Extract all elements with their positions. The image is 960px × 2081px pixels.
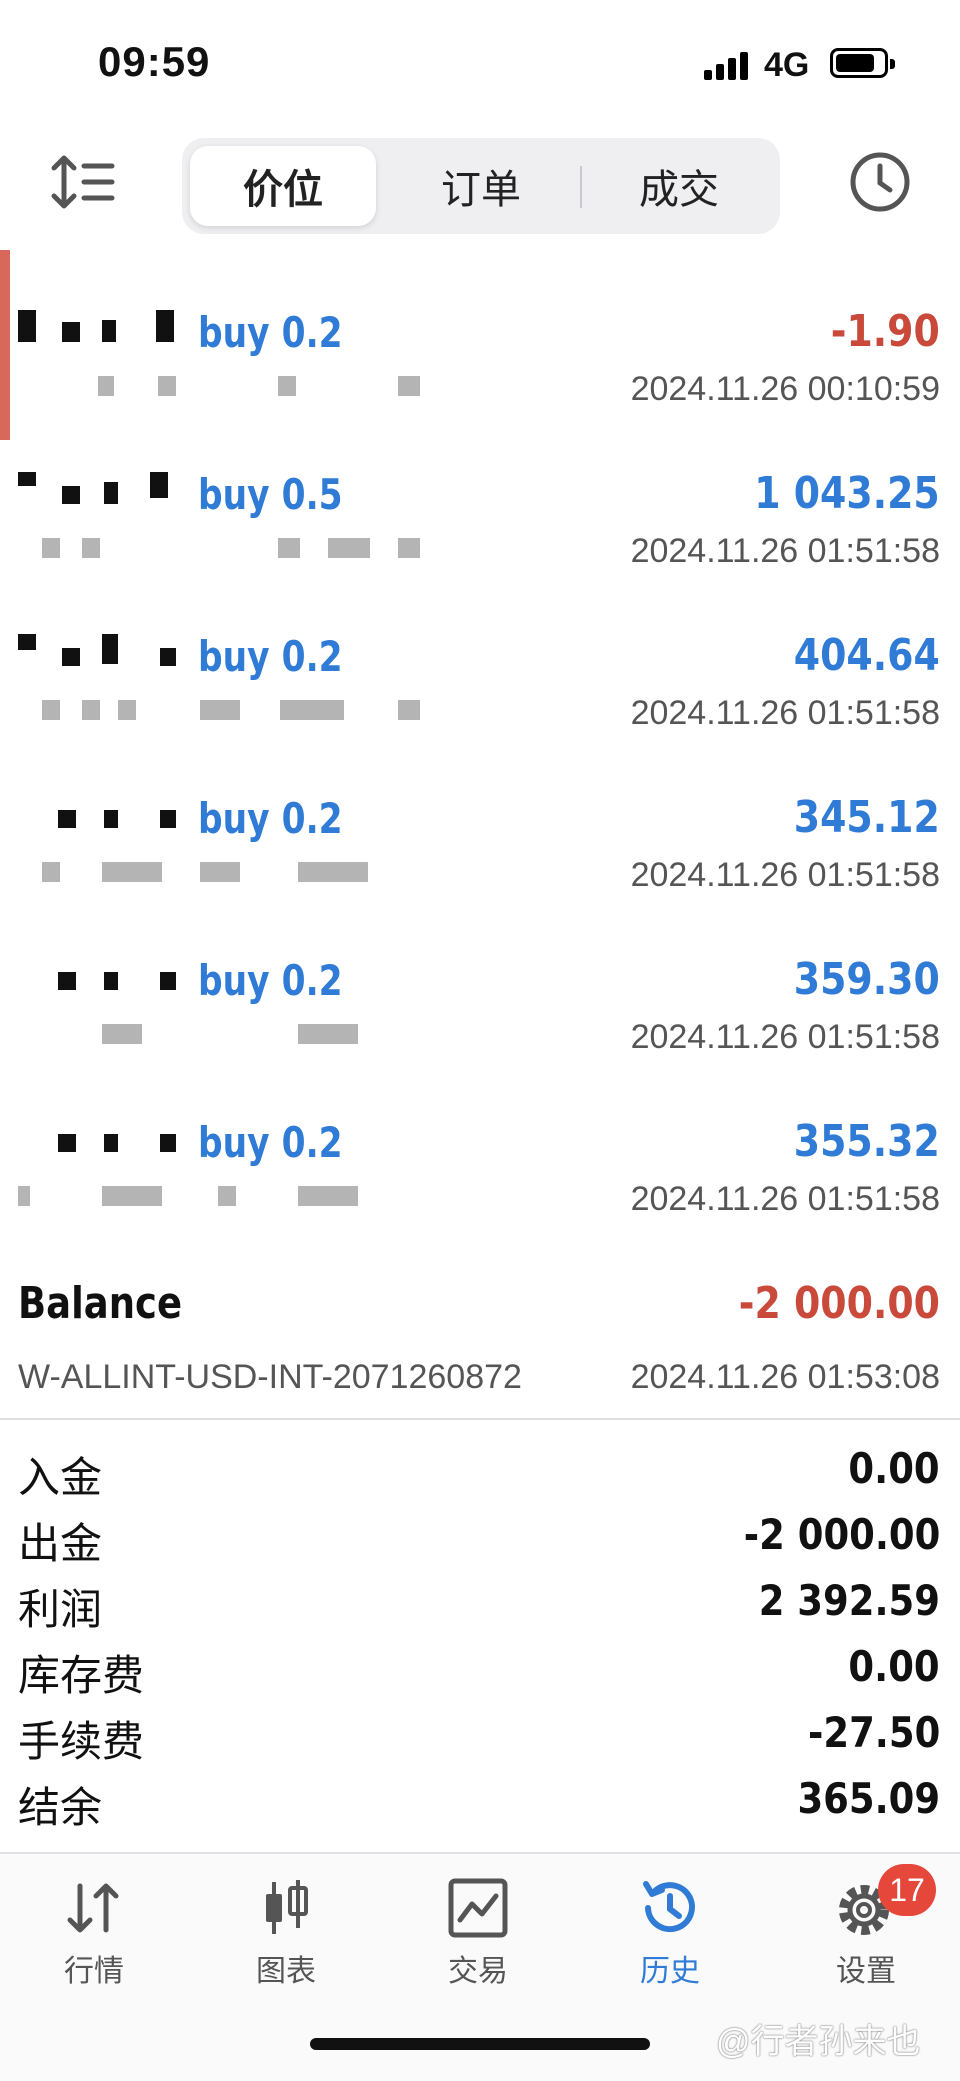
details-redacted [18, 1024, 438, 1048]
details-redacted [18, 700, 438, 724]
top-toolbar: 价位 订单 成交 [0, 130, 960, 240]
details-redacted [18, 862, 438, 886]
network-type: 4G [764, 46, 810, 84]
deal-row[interactable]: buy 0.2 -1.90 2024.11.26 00:10:59 [0, 248, 960, 410]
deal-row[interactable]: buy 0.5 1 043.25 2024.11.26 01:51:58 [0, 410, 960, 572]
summary-label: 利润 [18, 1586, 103, 1633]
summary-value: 2 392.59 [758, 1576, 940, 1625]
balance-row[interactable]: Balance -2 000.00 W-ALLINT-USD-INT-20712… [0, 1258, 960, 1418]
summary-value: 365.09 [797, 1774, 940, 1823]
balance-date: 2024.11.26 01:53:08 [630, 1358, 940, 1396]
deal-type: buy 0.2 [198, 632, 343, 681]
deals-list: buy 0.2 -1.90 2024.11.26 00:10:59 buy 0.… [0, 248, 960, 1220]
symbol-redacted [18, 1120, 188, 1160]
nav-label: 行情 [64, 1955, 124, 1988]
summary-label: 出金 [18, 1520, 103, 1567]
details-redacted [18, 376, 438, 400]
balance-comment: W-ALLINT-USD-INT-2071260872 [18, 1358, 522, 1396]
sort-icon [51, 155, 115, 209]
notification-badge: 17 [878, 1864, 936, 1916]
tab-deals[interactable]: 成交 [586, 146, 772, 226]
nav-label: 交易 [448, 1955, 508, 1988]
history-icon [643, 1881, 695, 1933]
summary-label: 入金 [18, 1454, 103, 1501]
summary-row-withdrawal: 出金 -2 000.00 [0, 1506, 960, 1572]
clock-icon [850, 152, 910, 212]
divider [0, 1418, 960, 1420]
nav-settings[interactable]: 设置 17 [806, 1864, 936, 1990]
deal-type: buy 0.2 [198, 308, 343, 357]
summary-value: 0.00 [848, 1444, 940, 1493]
deal-date: 2024.11.26 01:51:58 [630, 1018, 940, 1056]
tab-orders[interactable]: 订单 [388, 146, 574, 226]
summary-value: -2 000.00 [743, 1510, 940, 1559]
deal-type: buy 0.2 [198, 1118, 343, 1167]
symbol-redacted [18, 472, 188, 512]
deal-date: 2024.11.26 01:51:58 [630, 1180, 940, 1218]
details-redacted [18, 538, 438, 562]
summary-label: 结余 [18, 1784, 103, 1831]
deal-date: 2024.11.26 01:51:58 [630, 694, 940, 732]
period-button[interactable] [848, 150, 912, 214]
summary-label: 手续费 [18, 1718, 145, 1765]
deal-profit: 359.30 [793, 954, 940, 1005]
deal-profit: 1 043.25 [754, 468, 940, 519]
summary-section: 入金 0.00 出金 -2 000.00 利润 2 392.59 库存费 0.0… [0, 1440, 960, 1836]
deal-type: buy 0.2 [198, 956, 343, 1005]
quotes-icon [67, 1883, 119, 1933]
symbol-redacted [18, 310, 188, 350]
deal-type: buy 0.2 [198, 794, 343, 843]
details-redacted [18, 1186, 438, 1210]
summary-row-commission: 手续费 -27.50 [0, 1704, 960, 1770]
trade-icon [448, 1878, 508, 1938]
home-indicator[interactable] [310, 2038, 650, 2050]
tab-positions[interactable]: 价位 [190, 146, 376, 226]
summary-row-deposit: 入金 0.00 [0, 1440, 960, 1506]
nav-quotes[interactable]: 行情 [34, 1878, 154, 1990]
deal-row[interactable]: buy 0.2 404.64 2024.11.26 01:51:58 [0, 572, 960, 734]
deal-profit: 355.32 [793, 1116, 940, 1167]
deal-type: buy 0.5 [198, 470, 343, 519]
symbol-redacted [18, 958, 188, 998]
summary-label: 库存费 [18, 1652, 145, 1699]
deal-row[interactable]: buy 0.2 359.30 2024.11.26 01:51:58 [0, 896, 960, 1058]
deal-date: 2024.11.26 01:51:58 [630, 532, 940, 570]
symbol-redacted [18, 634, 188, 674]
watermark: @行者孙来也 [716, 2023, 921, 2061]
summary-value: 0.00 [848, 1642, 940, 1691]
nav-chart[interactable]: 图表 [226, 1878, 346, 1990]
deal-profit: -1.90 [830, 306, 940, 357]
nav-label: 设置 [836, 1955, 896, 1988]
status-bar: 09:59 4G [0, 0, 960, 120]
summary-row-profit: 利润 2 392.59 [0, 1572, 960, 1638]
deal-date: 2024.11.26 01:51:58 [630, 856, 940, 894]
summary-row-swap: 库存费 0.00 [0, 1638, 960, 1704]
deal-profit: 345.12 [793, 792, 940, 843]
deal-row[interactable]: buy 0.2 345.12 2024.11.26 01:51:58 [0, 734, 960, 896]
deal-row[interactable]: buy 0.2 355.32 2024.11.26 01:51:58 [0, 1058, 960, 1220]
balance-label: Balance [18, 1278, 183, 1329]
nav-history[interactable]: 历史 [610, 1878, 730, 1990]
nav-label: 图表 [256, 1955, 316, 1988]
segmented-control: 价位 订单 成交 [182, 138, 780, 234]
sort-button[interactable] [50, 152, 116, 212]
status-time: 09:59 [98, 38, 211, 85]
summary-value: -27.50 [807, 1708, 940, 1757]
signal-icon [704, 50, 752, 80]
nav-label: 历史 [640, 1955, 700, 1988]
symbol-redacted [18, 796, 188, 836]
deal-profit: 404.64 [793, 630, 940, 681]
balance-amount: -2 000.00 [738, 1278, 940, 1329]
summary-row-balance: 结余 365.09 [0, 1770, 960, 1836]
battery-icon [830, 48, 895, 78]
deal-date: 2024.11.26 00:10:59 [630, 370, 940, 408]
nav-trade[interactable]: 交易 [418, 1878, 538, 1990]
chart-icon [266, 1880, 308, 1934]
